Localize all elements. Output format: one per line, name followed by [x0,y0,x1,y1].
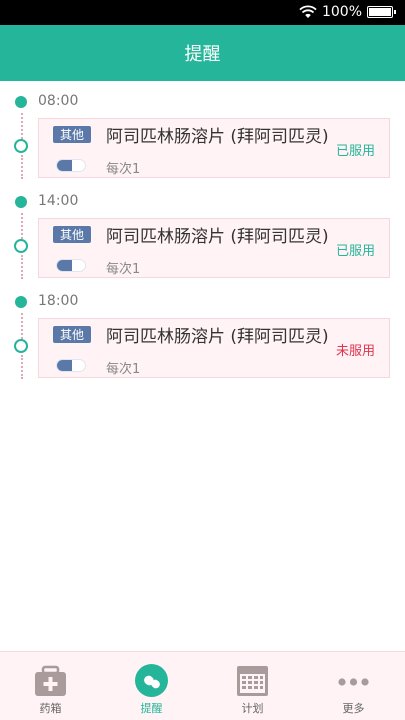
dose-text: 每次1 [106,362,141,377]
category-tag: 其他 [53,226,91,243]
timeline-divider [20,113,23,139]
reminder-time: 18:00 [38,293,79,309]
drug-name: 阿司匹林肠溶片 (拜阿司匹灵) [106,327,329,347]
status-bar: 100% [0,0,405,25]
timeline-divider [20,313,23,339]
timeline-divider [20,255,23,279]
status-taken[interactable]: 已服用 [336,140,375,159]
reminder-timeline: 08:00 其他 阿司匹林肠溶片 (拜阿司匹灵) 每次1 已服用 14:00 其… [0,81,405,651]
reminder-group: 14:00 其他 阿司匹林肠溶片 (拜阿司匹灵) 每次1 已服用 [0,181,405,281]
reminder-group: 08:00 其他 阿司匹林肠溶片 (拜阿司匹灵) 每次1 已服用 [0,81,405,181]
drug-name: 阿司匹林肠溶片 (拜阿司匹灵) [106,227,329,247]
ring-icon [14,139,28,153]
tab-plan[interactable]: 计划 [202,652,303,720]
timeline-divider [20,355,23,379]
ring-icon [14,339,28,353]
capsule-icon [56,259,86,272]
status-not-taken[interactable]: 未服用 [336,340,375,359]
tab-reminder[interactable]: 提醒 [101,652,202,720]
capsule-icon [56,159,86,172]
bottom-tab-bar: 药箱 提醒 计划 更多 [0,651,405,720]
calendar-icon [237,666,268,696]
tab-label: 更多 [342,702,365,715]
timeline-divider [20,213,23,239]
category-tag: 其他 [53,326,91,343]
time-dot-icon [15,196,27,208]
timeline-divider [20,155,23,179]
page-header: 提醒 [0,25,405,81]
time-dot-icon [15,96,27,108]
medication-card[interactable]: 其他 阿司匹林肠溶片 (拜阿司匹灵) 每次1 已服用 [38,118,390,178]
wifi-icon [299,5,317,18]
time-dot-icon [15,296,27,308]
category-tag: 其他 [53,126,91,143]
more-icon [338,678,369,686]
battery-icon [367,6,396,18]
tab-more[interactable]: 更多 [303,652,404,720]
medication-card[interactable]: 其他 阿司匹林肠溶片 (拜阿司匹灵) 每次1 已服用 [38,218,390,278]
tab-medicine-box[interactable]: 药箱 [0,652,101,720]
ring-icon [14,239,28,253]
status-taken[interactable]: 已服用 [336,240,375,259]
status-indicators: 100% [299,4,396,20]
tab-label: 提醒 [140,702,163,715]
pill-reminder-icon [135,664,168,697]
tab-label: 计划 [241,702,264,715]
drug-name: 阿司匹林肠溶片 (拜阿司匹灵) [106,127,329,147]
battery-text: 100% [321,4,362,20]
page-title: 提醒 [184,44,221,65]
reminder-time: 08:00 [38,93,79,109]
medicine-box-icon [35,665,66,696]
medication-card[interactable]: 其他 阿司匹林肠溶片 (拜阿司匹灵) 每次1 未服用 [38,318,390,378]
capsule-icon [56,359,86,372]
reminder-time: 14:00 [38,193,79,209]
dose-text: 每次1 [106,262,141,277]
dose-text: 每次1 [106,162,141,177]
reminder-group: 18:00 其他 阿司匹林肠溶片 (拜阿司匹灵) 每次1 未服用 [0,281,405,381]
tab-label: 药箱 [39,702,62,715]
